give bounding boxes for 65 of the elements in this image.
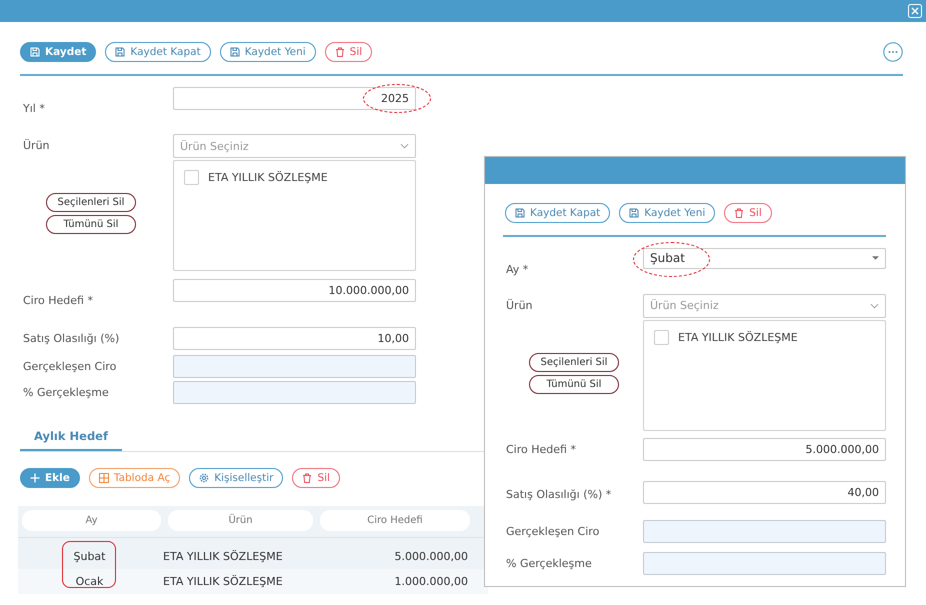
chevron-icon — [400, 143, 409, 149]
table-cell-text: 1.000.000,00 — [394, 575, 468, 588]
toolbar-button[interactable]: Sil — [292, 468, 340, 488]
input-field[interactable]: 5.000.000,00 — [643, 438, 886, 460]
toolbar-button[interactable]: Kaydet Kapat — [505, 203, 610, 223]
caret-icon — [872, 256, 879, 260]
column-header[interactable]: Ciro Hedefi — [320, 510, 470, 531]
toolbar-button[interactable]: Kaydet Yeni — [220, 42, 316, 62]
toolbar-button[interactable]: Ekle — [20, 468, 80, 488]
remove-button[interactable]: Seçilenleri Sil — [529, 352, 619, 372]
option-label[interactable]: ETA YILLIK SÖZLEŞME — [678, 330, 798, 344]
save-icon — [515, 208, 525, 218]
field-label: Ürün — [505, 298, 534, 312]
remove-button[interactable]: Tümünü Sil — [46, 215, 136, 234]
table-cell-text: Şubat — [72, 550, 106, 563]
toolbar-button[interactable]: Tabloda Aç — [88, 468, 180, 488]
input-field[interactable]: 10,00 — [173, 327, 416, 350]
save-icon — [115, 47, 126, 57]
column-header[interactable]: Ürün — [168, 510, 313, 531]
input-field[interactable]: 2025 — [173, 87, 416, 110]
remove-button[interactable]: Seçilenleri Sil — [46, 193, 136, 212]
field-label: Ürün — [22, 138, 51, 152]
plus-icon — [30, 473, 40, 483]
trash-icon — [302, 473, 312, 483]
toolbar-button[interactable]: Kişiselleştir — [189, 468, 284, 488]
remove-button[interactable]: Tümünü Sil — [529, 374, 619, 394]
close-icon[interactable] — [908, 4, 922, 18]
input-field[interactable]: 10.000.000,00 — [173, 279, 416, 302]
grid-icon — [98, 473, 109, 483]
toolbar-button[interactable]: Kaydet Yeni — [619, 203, 716, 223]
field-label: Yıl * — [22, 101, 46, 115]
table-cell-text: Ocak — [74, 575, 104, 588]
field-label: % Gerçekleşme — [22, 385, 110, 399]
select-field[interactable]: Ürün Seçiniz — [173, 134, 416, 158]
field-label: Satış Olasılığı (%) * — [505, 486, 612, 500]
save-icon — [629, 208, 640, 218]
column-header[interactable]: Ay — [22, 510, 161, 531]
select-field[interactable]: Ürün Seçiniz — [643, 294, 886, 318]
field-label: Ay * — [505, 262, 530, 276]
save-icon — [230, 47, 240, 57]
toolbar-button[interactable]: Sil — [724, 203, 772, 223]
tab[interactable]: Aylık Hedef — [20, 425, 122, 451]
chevron-icon — [870, 302, 879, 308]
toolbar-button[interactable]: Kaydet — [20, 42, 96, 62]
field-label: Gerçekleşen Ciro — [505, 524, 600, 538]
toolbar-button[interactable]: Kaydet Kapat — [105, 42, 211, 62]
option-label[interactable]: ETA YILLIK SÖZLEŞME — [208, 171, 328, 184]
table-cell-text: ETA YILLIK SÖZLEŞME — [162, 575, 284, 588]
save-icon — [30, 47, 40, 57]
checkbox[interactable] — [654, 330, 669, 344]
trash-icon — [734, 208, 744, 218]
field-label: Satış Olasılığı (%) — [22, 331, 120, 345]
dropdown[interactable]: Şubat — [643, 248, 886, 268]
field-label: Ciro Hedefi * — [22, 293, 94, 307]
table-cell-text: ETA YILLIK SÖZLEŞME — [162, 550, 284, 563]
settings-icon — [199, 473, 210, 483]
field-label: Ciro Hedefi * — [505, 442, 577, 456]
input-field[interactable]: 40,00 — [643, 480, 886, 504]
checkbox[interactable] — [184, 170, 199, 185]
trash-icon — [334, 47, 345, 57]
field-label: Gerçekleşen Ciro — [22, 359, 118, 373]
table-cell-text: 5.000.000,00 — [394, 550, 468, 563]
field-label: % Gerçekleşme — [505, 556, 593, 570]
more-icon[interactable] — [883, 42, 903, 62]
toolbar-button[interactable]: Sil — [324, 42, 372, 62]
